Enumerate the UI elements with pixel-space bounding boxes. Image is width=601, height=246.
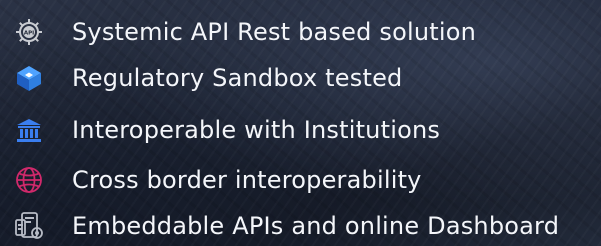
feature-label: Cross border interoperability — [72, 166, 422, 194]
feature-label: Embeddable APIs and online Dashboard — [72, 212, 560, 240]
feature-item-dashboard: Embeddable APIs and online Dashboard — [0, 204, 601, 246]
feature-item-institutions: Interoperable with Institutions — [0, 108, 601, 152]
feature-item-cross-border: Cross border interoperability — [0, 158, 601, 202]
feature-label: Regulatory Sandbox tested — [72, 64, 403, 92]
institution-bank-icon — [12, 113, 46, 147]
feature-label: Interoperable with Institutions — [72, 116, 441, 144]
dashboard-devices-icon — [12, 209, 46, 243]
feature-label: Systemic API Rest based solution — [72, 18, 477, 46]
svg-text:API: API — [24, 30, 34, 36]
feature-item-sandbox: Regulatory Sandbox tested — [0, 56, 601, 100]
feature-list: API Systemic API Rest based solution Reg… — [0, 0, 601, 246]
feature-item-api: API Systemic API Rest based solution — [0, 10, 601, 54]
globe-icon — [12, 163, 46, 197]
sandbox-cube-icon — [12, 61, 46, 95]
api-gear-icon: API — [12, 15, 46, 49]
